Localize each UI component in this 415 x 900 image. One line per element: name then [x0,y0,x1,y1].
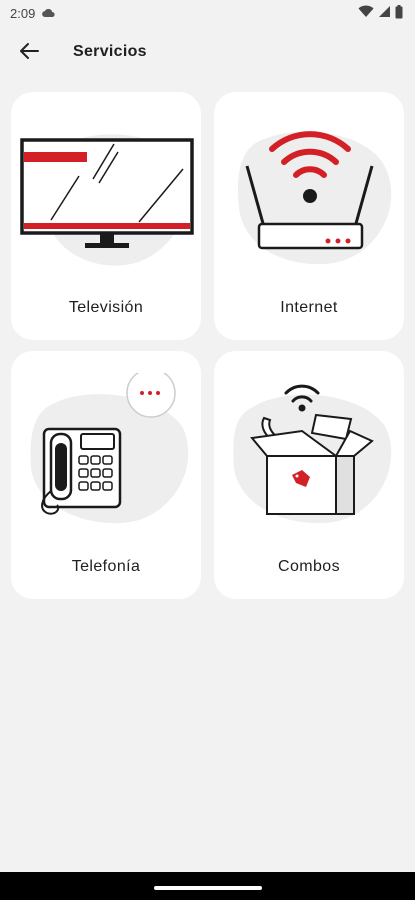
tv-icon [11,114,201,274]
back-button[interactable] [14,39,44,67]
service-card-combos[interactable]: Combos [214,351,404,599]
arrow-left-icon [19,42,39,65]
service-label: Combos [278,558,340,575]
page-title: Servicios [73,43,147,60]
router-icon [214,114,404,274]
services-grid: Televisión Internet Telefonía Combos [11,92,405,599]
service-card-telephony[interactable]: Telefonía [11,351,201,599]
service-card-internet[interactable]: Internet [214,92,404,340]
home-indicator[interactable] [154,886,262,890]
status-time: 2:09 [10,5,36,21]
status-bar: 2:09 [0,0,415,26]
app-bar: Servicios [0,26,415,80]
status-left: 2:09 [10,6,55,21]
wifi-icon [358,5,374,21]
service-label: Televisión [68,299,144,316]
service-label: Internet [280,299,338,316]
service-label: Telefonía [71,558,141,575]
cloud-icon [41,6,55,21]
box-icon [214,373,404,533]
status-right [358,4,403,22]
service-card-television[interactable]: Televisión [11,92,201,340]
battery-icon [395,4,403,22]
signal-icon [378,5,391,21]
phone-icon [11,368,201,533]
